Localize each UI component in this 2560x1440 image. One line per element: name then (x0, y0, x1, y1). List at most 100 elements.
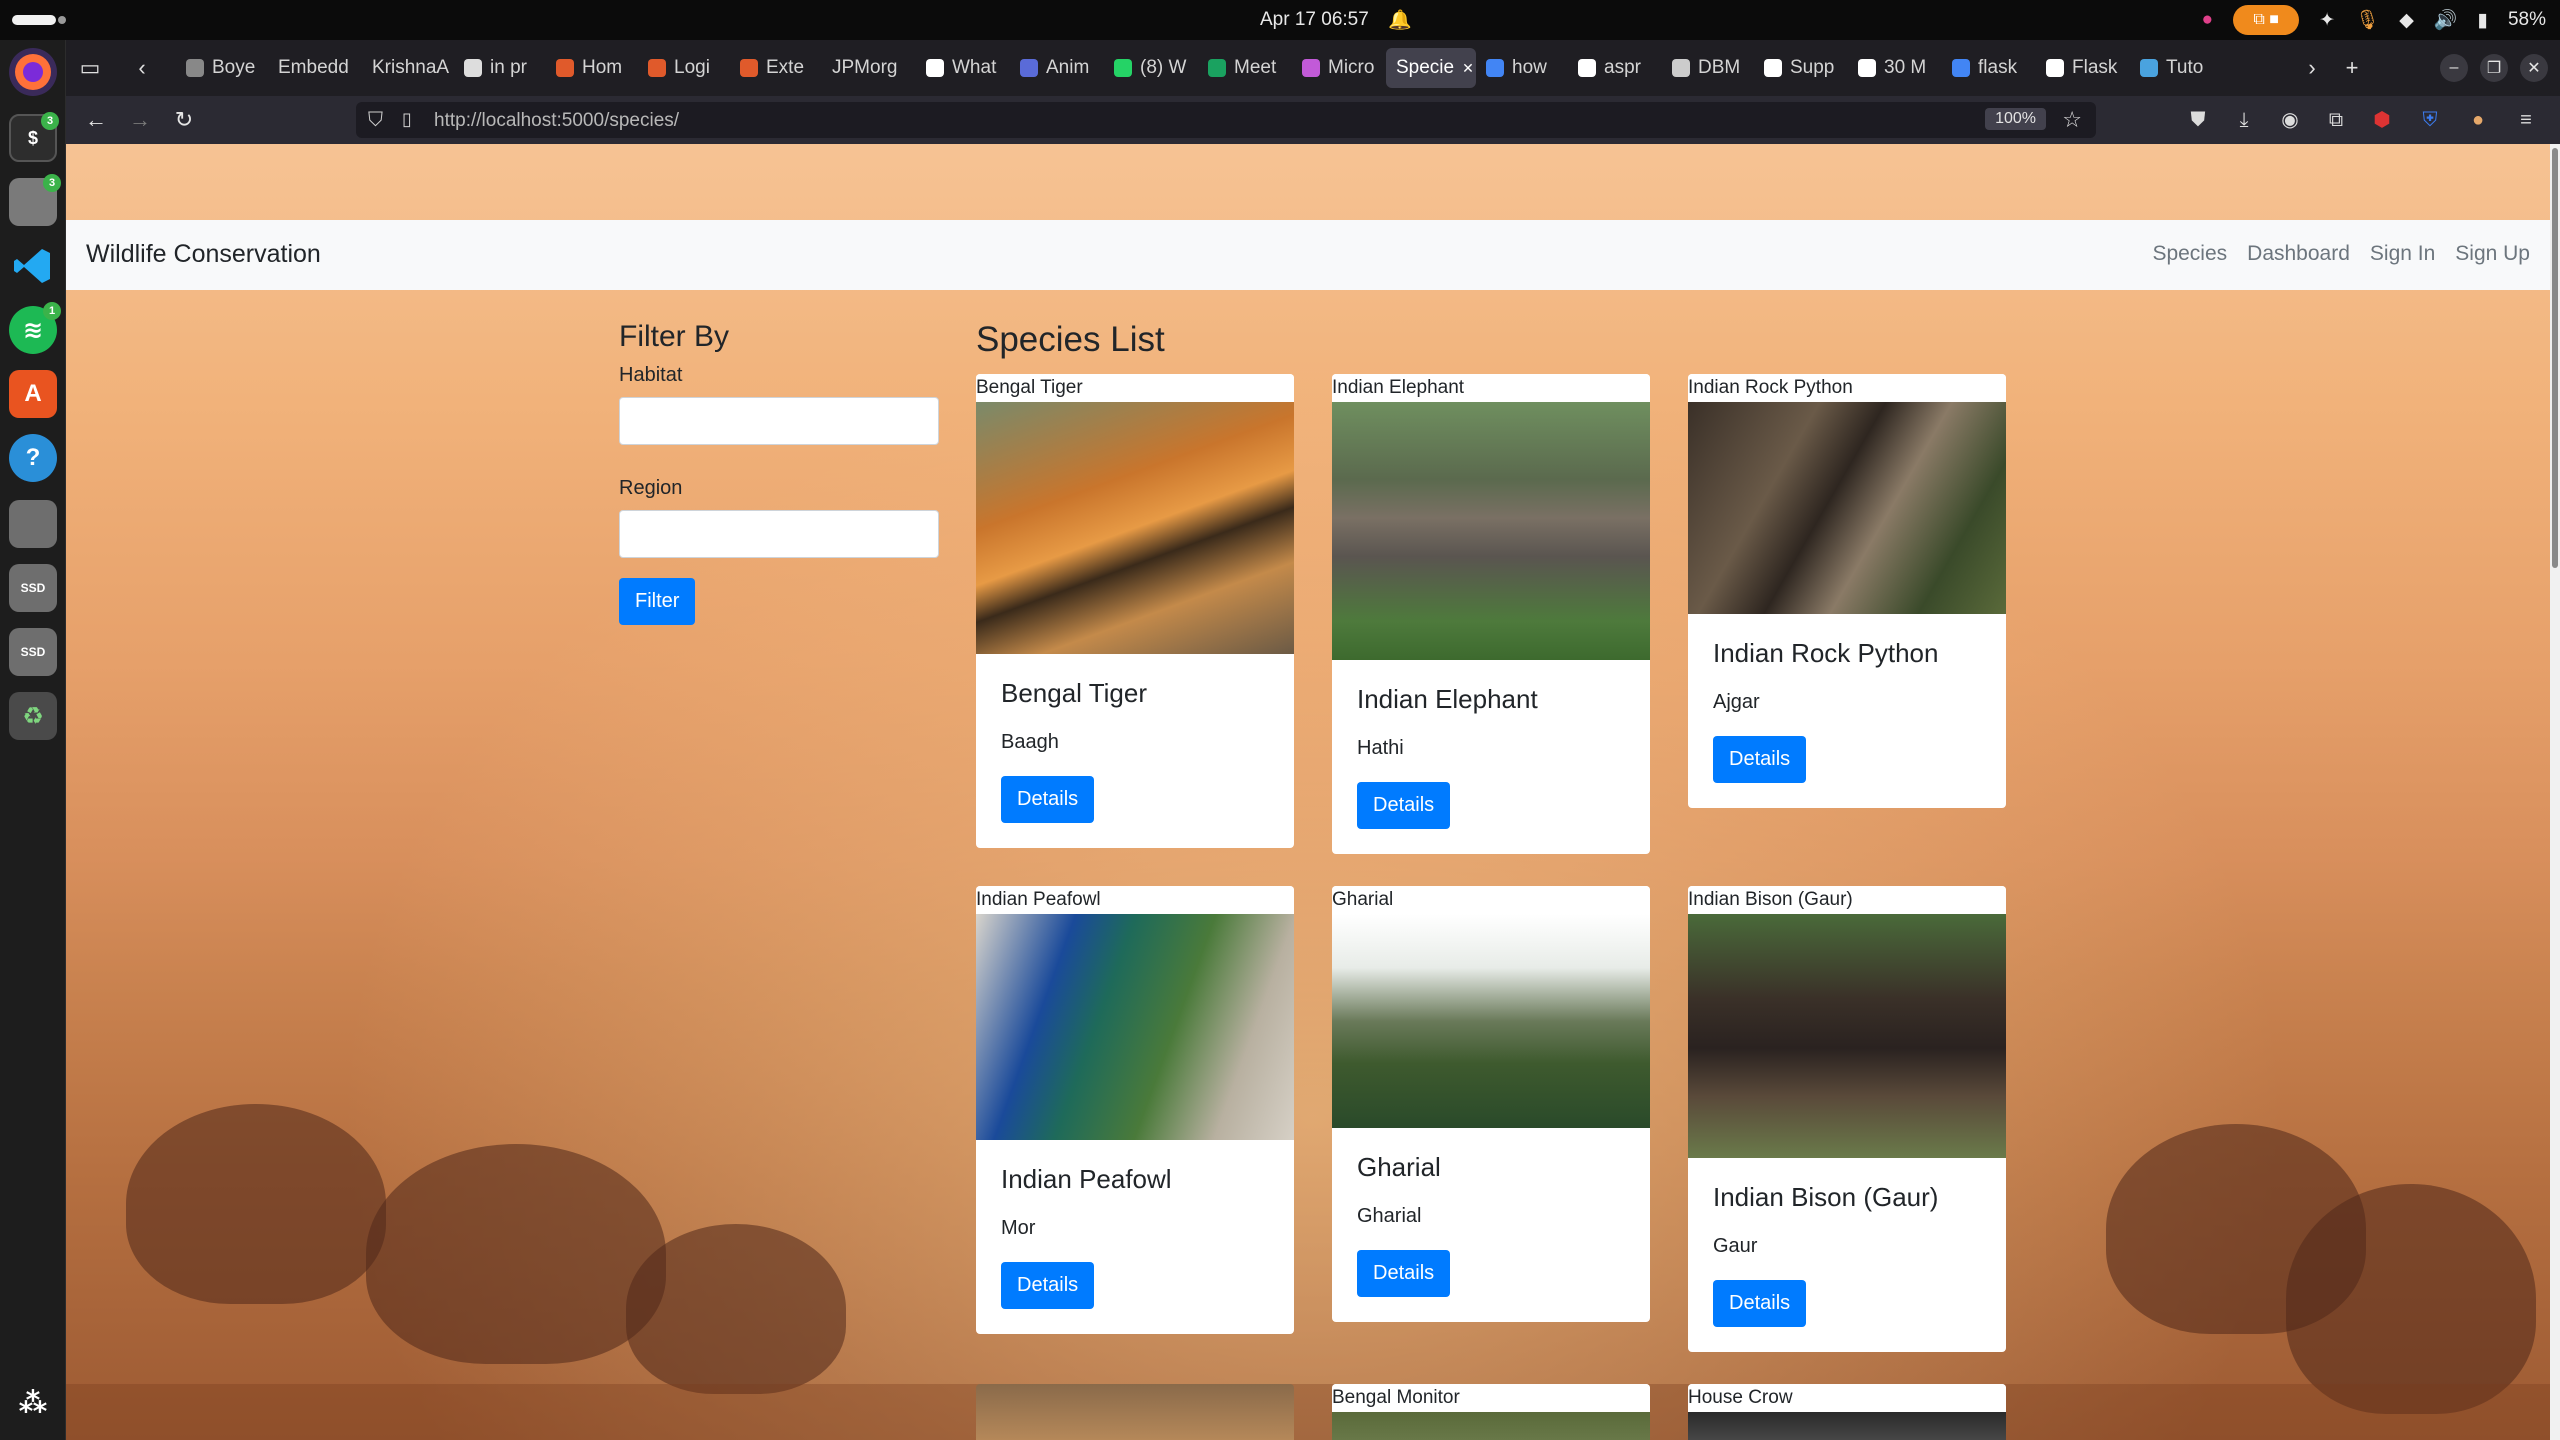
tab-overview-icon[interactable]: ▭ (76, 54, 104, 82)
bitwarden-icon[interactable]: ⛨ (2418, 108, 2442, 132)
tab-label: Embedd (278, 57, 349, 78)
volume-icon[interactable]: 🔊 (2434, 8, 2458, 32)
browser-tab[interactable]: Micro (1292, 48, 1386, 88)
trash-icon[interactable]: ♻ (9, 692, 57, 740)
nav-species-link[interactable]: Species (2152, 242, 2227, 266)
tab-favicon-icon (1208, 59, 1226, 77)
ublock-icon[interactable]: ⬢ (2370, 108, 2394, 132)
browser-tab[interactable]: KrishnaA (362, 48, 454, 88)
browser-tab[interactable]: Embedd (268, 48, 362, 88)
site-brand[interactable]: Wildlife Conservation (86, 240, 321, 269)
browser-tab[interactable]: Anim (1010, 48, 1104, 88)
system-clock[interactable]: Apr 17 06:57 (1260, 9, 1369, 31)
page-icon[interactable]: ▯ (402, 109, 412, 130)
help-icon[interactable]: ? (9, 434, 57, 482)
browser-tab[interactable]: Meet (1198, 48, 1292, 88)
details-button[interactable]: Details (1001, 776, 1095, 823)
card-title: Gharial (1357, 1152, 1441, 1182)
menu-icon[interactable]: ≡ (2514, 108, 2538, 132)
browser-tab[interactable]: Boye (176, 48, 268, 88)
spotify-icon[interactable]: ≋ 1 (9, 302, 61, 354)
firefox-icon[interactable] (9, 48, 57, 96)
browser-tab[interactable]: DBM (1662, 48, 1754, 88)
filter-button[interactable]: Filter (619, 578, 696, 625)
scrollbar-thumb[interactable] (2552, 148, 2558, 568)
browser-tab[interactable]: how (1476, 48, 1568, 88)
browser-tab[interactable]: Logi (638, 48, 730, 88)
browser-tab[interactable]: What (916, 48, 1010, 88)
ssd-drive-icon-2[interactable]: SSD (9, 628, 57, 676)
bell-icon[interactable]: 🔔 (1388, 8, 1412, 32)
details-button[interactable]: Details (1357, 1250, 1451, 1297)
activities-indicator[interactable] (12, 15, 56, 25)
address-bar[interactable]: ⛉ ▯ http://localhost:5000/species/ 100% … (356, 102, 2096, 138)
forward-icon[interactable]: → (126, 106, 154, 134)
app-center-icon[interactable]: A (9, 370, 57, 418)
profile-avatar-icon[interactable]: ● (2466, 108, 2490, 132)
browser-tab[interactable]: Tuto (2130, 48, 2224, 88)
scroll-tabs-right-icon[interactable]: › (2298, 54, 2326, 82)
app-indicator-icon[interactable]: ● (2202, 9, 2213, 31)
tab-favicon-icon (1672, 59, 1690, 77)
system-tray[interactable]: ● ⧉ ■ ✦ 🎙 ◆ 🔊 ▮ 58% (2202, 5, 2546, 35)
document-icon[interactable] (9, 500, 57, 548)
vscode-icon[interactable] (9, 242, 57, 290)
tab-label: Anim (1046, 57, 1090, 78)
tab-label: Meet (1234, 57, 1277, 78)
files-icon[interactable]: 3 (9, 174, 61, 226)
browser-tab[interactable]: Supp (1754, 48, 1848, 88)
page-scrollbar[interactable] (2550, 144, 2560, 1440)
accessibility-icon[interactable]: ✦ (2319, 9, 2335, 32)
browser-tab[interactable]: JPMorg (822, 48, 916, 88)
pocket-icon[interactable]: ⛊ (2186, 108, 2210, 132)
screen-record-indicator[interactable]: ⧉ ■ (2233, 5, 2300, 35)
species-card: Indian Rock Python Indian Rock Python Aj… (1688, 374, 2006, 808)
zoom-level[interactable]: 100% (1985, 108, 2046, 130)
terminal-icon[interactable]: $3 (9, 112, 59, 162)
habitat-input[interactable] (619, 397, 939, 445)
nav-sign-in-link[interactable]: Sign In (2370, 242, 2435, 266)
details-button[interactable]: Details (1713, 736, 1807, 783)
bookmark-star-icon[interactable]: ☆ (2062, 107, 2082, 133)
indian-peafowl-image (976, 914, 1294, 1140)
close-window-icon[interactable]: ✕ (2520, 54, 2548, 82)
microphone-icon[interactable]: 🎙 (2355, 8, 2379, 32)
browser-tab[interactable]: Hom (546, 48, 638, 88)
minimize-icon[interactable]: – (2440, 54, 2468, 82)
new-tab-icon[interactable]: + (2338, 54, 2366, 82)
ssd-drive-icon[interactable]: SSD (9, 564, 57, 612)
browser-tab[interactable]: (8) W (1104, 48, 1198, 88)
species-card: Indian Peafowl Indian Peafowl Mor Detail… (976, 886, 1294, 1334)
browser-tab[interactable]: Flask (2036, 48, 2130, 88)
card-title: Indian Elephant (1357, 684, 1538, 714)
nav-dashboard-link[interactable]: Dashboard (2247, 242, 2350, 266)
details-button[interactable]: Details (1001, 1262, 1095, 1309)
browser-tab[interactable]: in pr (454, 48, 546, 88)
wifi-icon[interactable]: ◆ (2399, 9, 2414, 32)
close-tab-icon[interactable]: ✕ (1462, 60, 1474, 77)
reload-icon[interactable]: ↻ (170, 106, 198, 134)
tab-favicon-icon (740, 59, 758, 77)
battery-icon[interactable]: ▮ (2478, 9, 2488, 32)
browser-tab[interactable]: Exte (730, 48, 822, 88)
nav-sign-up-link[interactable]: Sign Up (2455, 242, 2530, 266)
indian-bison-image (1688, 914, 2006, 1158)
browser-tab[interactable]: 30 M (1848, 48, 1942, 88)
details-button[interactable]: Details (1713, 1280, 1807, 1327)
back-icon[interactable]: ← (82, 106, 110, 134)
details-button[interactable]: Details (1357, 782, 1451, 829)
extensions-icon[interactable]: ⧉ (2324, 108, 2348, 132)
url-text[interactable]: http://localhost:5000/species/ (434, 110, 679, 132)
account-icon[interactable]: ◉ (2278, 108, 2302, 132)
browser-tab[interactable]: aspr (1568, 48, 1662, 88)
downloads-icon[interactable]: ⤓ (2232, 108, 2256, 132)
scroll-tabs-left-icon[interactable]: ‹ (128, 54, 156, 82)
browser-tab[interactable]: flask (1942, 48, 2036, 88)
application-dock: $3 3 ≋ 1 A ? SSD SSD ♻ ⁂ (0, 40, 66, 1440)
region-input[interactable] (619, 510, 939, 558)
shield-icon[interactable]: ⛉ (368, 109, 383, 132)
restore-icon[interactable]: ❐ (2480, 54, 2508, 82)
show-apps-icon[interactable]: ⁂ (9, 1378, 57, 1426)
browser-tab[interactable]: Specie ✕ (1386, 48, 1476, 88)
tab-label: (8) W (1140, 57, 1187, 78)
